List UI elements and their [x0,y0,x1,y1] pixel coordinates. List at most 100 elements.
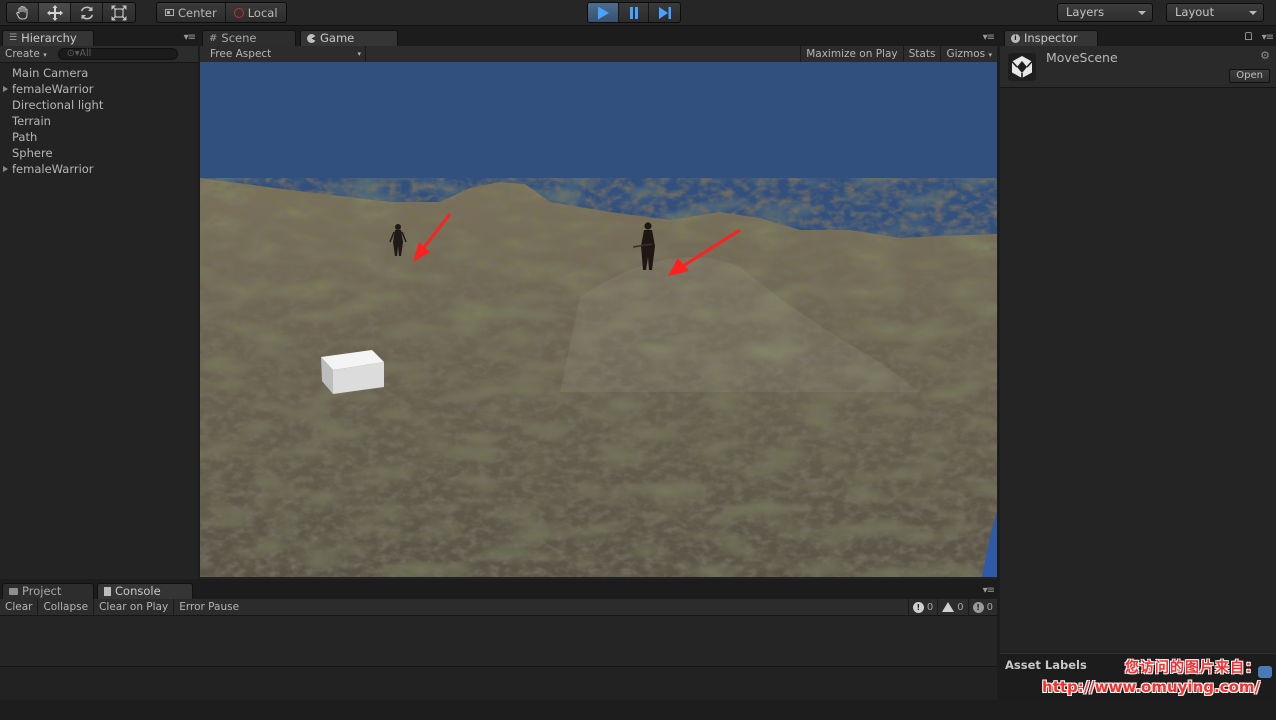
console-icon [104,587,111,596]
layout-dropdown[interactable]: Layout [1166,3,1264,22]
console-panel: Project Console ▾≡ Clear Collapse Clear … [0,581,997,700]
settings-gear-icon[interactable]: ⚙ [1260,49,1270,62]
clear-on-play-toggle[interactable]: Clear on Play [94,599,175,615]
error-count-toggle[interactable]: ! 0 [967,599,997,615]
asset-labels-title: Asset Labels [1005,658,1087,672]
pause-button[interactable] [619,3,650,22]
hand-icon [15,5,28,20]
chevron-down-icon: ▾ [43,50,47,59]
play-button[interactable] [588,3,619,22]
foldout-arrow-icon[interactable] [3,166,8,172]
panel-menu-icon[interactable]: ▾≡ [983,32,995,43]
tab-inspector-label: Inspector [1024,31,1078,45]
scale-tool-button[interactable] [103,3,135,22]
watermark-line-2: http://www.omuying.com/ [1042,678,1260,696]
panel-menu-icon[interactable]: ▾≡ [1262,32,1274,43]
hierarchy-item-label: Terrain [12,114,51,128]
warning-icon [942,602,955,612]
label-tag-icon[interactable] [1258,666,1272,678]
game-view-panel: # Scene Game ▾≡ Free Aspect ▾ Maximize o… [200,28,997,579]
layers-dropdown[interactable]: Layers [1057,3,1153,22]
message-count-toggle[interactable]: ! 0 [907,599,937,615]
tab-console[interactable]: Console [97,583,193,599]
game-render [200,62,997,577]
playback-controls [587,2,681,23]
step-button[interactable] [649,3,680,22]
clear-button[interactable]: Clear [0,599,39,615]
rotate-icon [80,6,93,19]
asset-name: MoveScene [1046,50,1118,65]
collapse-toggle[interactable]: Collapse [38,599,95,615]
error-count: 0 [986,601,993,613]
hierarchy-item-label: Main Camera [12,66,89,80]
inspector-tabbar: i Inspector ▾≡ [1000,28,1276,46]
lock-icon[interactable] [1245,32,1252,40]
hierarchy-item-label: Directional light [12,98,104,112]
hierarchy-item[interactable]: Main Camera [0,65,198,81]
error-pause-toggle[interactable]: Error Pause [174,599,244,615]
panel-menu-icon[interactable]: ▾≡ [184,32,196,43]
warning-count-toggle[interactable]: 0 [937,599,967,615]
aspect-label: Free Aspect [210,48,272,60]
hierarchy-panel: ☰ Hierarchy ▾≡ Create ▾ ⊙▾All Main Camer… [0,28,198,579]
tab-game-label: Game [320,31,355,45]
chevron-down-icon: ▾ [357,50,361,58]
hierarchy-item[interactable]: Sphere [0,145,198,161]
unity-logo-icon [1008,53,1036,81]
gizmos-label: Gizmos [946,47,986,60]
info-bubble-icon: ! [912,601,924,613]
chevron-down-icon [1138,11,1146,15]
error-pause-label: Error Pause [179,601,240,613]
watermark-line-1: 您访问的图片来自： [1125,660,1260,676]
tab-inspector[interactable]: i Inspector [1004,30,1098,46]
scale-icon [111,5,127,20]
console-detail-area [0,668,997,700]
rotate-tool-button[interactable] [71,3,103,22]
step-icon [658,6,671,19]
search-icon: ⊙▾ [66,48,80,59]
hierarchy-item-label: femaleWarrior [12,82,94,96]
grid-icon: # [209,33,218,44]
hierarchy-item[interactable]: femaleWarrior [0,161,198,177]
hand-tool-button[interactable] [7,3,39,22]
maximize-on-play-toggle[interactable]: Maximize on Play [800,46,904,62]
pivot-center-toggle[interactable]: Center [157,3,226,22]
tab-hierarchy[interactable]: ☰ Hierarchy [2,30,94,46]
stats-toggle[interactable]: Stats [904,46,942,62]
clear-label: Clear [5,601,33,613]
error-icon: ! [972,601,984,613]
message-count: 0 [926,601,934,613]
hierarchy-search-input[interactable]: ⊙▾All [57,48,178,60]
game-viewport[interactable] [200,62,997,577]
move-tool-button[interactable] [39,3,71,22]
folder-icon [9,588,18,595]
hierarchy-item[interactable]: femaleWarrior [0,81,198,97]
hierarchy-item-label: Sphere [12,146,53,160]
create-dropdown[interactable]: Create ▾ [0,46,52,63]
gizmos-toggle[interactable]: Gizmos ▾ [941,46,997,63]
tab-project[interactable]: Project [2,583,94,599]
hierarchy-item[interactable]: Terrain [0,113,198,129]
console-log-area[interactable] [0,616,997,667]
aspect-dropdown[interactable]: Free Aspect ▾ [200,46,366,62]
panel-menu-icon[interactable]: ▾≡ [983,585,995,596]
pivot-center-label: Center [178,5,217,20]
hierarchy-item[interactable]: Directional light [0,97,198,113]
hierarchy-item[interactable]: Path [0,129,198,145]
pacman-icon [307,34,316,43]
transform-tools [6,2,136,23]
pivot-toggles: Center Local [156,2,287,23]
open-label: Open [1236,70,1263,81]
warning-count: 0 [957,601,964,613]
tab-game[interactable]: Game [300,30,398,46]
hierarchy-toolbar: Create ▾ ⊙▾All [0,46,198,63]
tab-hierarchy-label: Hierarchy [21,31,77,45]
local-space-icon [233,7,244,18]
console-tabbar: Project Console ▾≡ [0,581,997,599]
stats-label: Stats [908,48,936,60]
foldout-arrow-icon[interactable] [3,86,8,92]
open-button[interactable]: Open [1229,69,1270,83]
pivot-space-toggle[interactable]: Local [226,3,286,22]
tab-scene[interactable]: # Scene [202,30,296,46]
hierarchy-tabbar: ☰ Hierarchy ▾≡ [0,28,198,46]
